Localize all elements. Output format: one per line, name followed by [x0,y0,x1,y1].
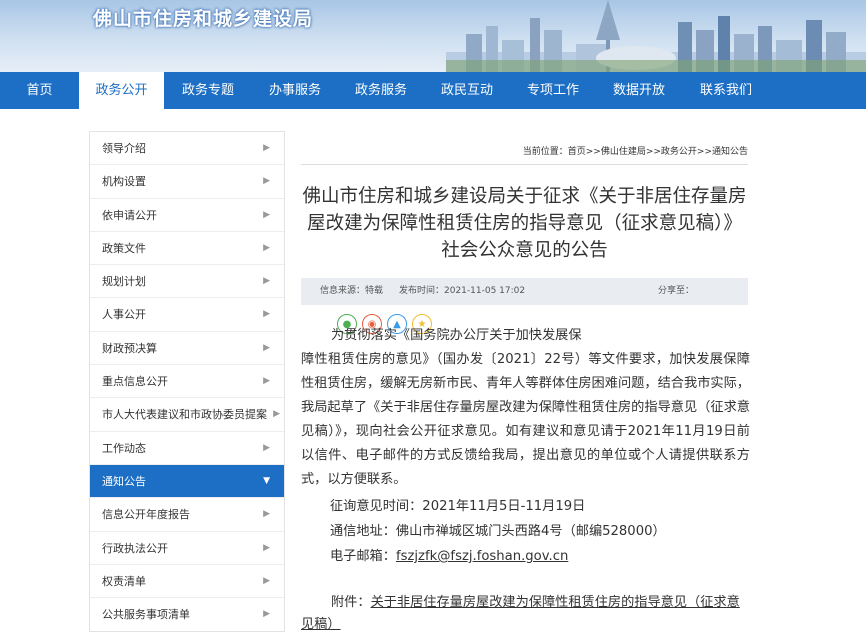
main-nav: 首页 政务公开 政务专题 办事服务 政务服务 政民互动 专项工作 数据开放 联系… [0,72,866,109]
sidebar-item-work-news[interactable]: 工作动态 ▶ [90,432,284,465]
nav-item-interaction[interactable]: 政民互动 [424,72,510,109]
chevron-right-icon: ▶ [263,176,270,187]
chevron-right-icon: ▶ [263,376,270,387]
sidebar-item-power-list[interactable]: 权责清单 ▶ [90,565,284,599]
sidebar-item-label: 人事公开 [102,308,146,322]
article-meta-bar: 信息来源：特载 发布时间：2021-11-05 17:02 分享至： [301,278,748,305]
sidebar-item-label: 行政执法公开 [102,541,168,555]
chevron-down-icon: ▼ [263,475,270,486]
nav-item-special-work[interactable]: 专项工作 [510,72,596,109]
sidebar-item-label: 依申请公开 [102,208,157,222]
nav-item-open-data[interactable]: 数据开放 [596,72,682,109]
main-content: 当前位置：首页>>佛山住建局>>政务公开>>通知公告 佛山市住房和城乡建设局关于… [301,131,748,305]
sidebar-item-label: 市人大代表建议和市政协委员提案 [102,408,267,422]
site-banner: 佛山市住房和城乡建设局 [0,0,866,72]
sidebar-item-label: 领导介绍 [102,142,146,155]
site-title: 佛山市住房和城乡建设局 [93,8,314,30]
article-publish-time: 发布时间：2021-11-05 17:02 [399,286,526,296]
attachment-label: 附件： [331,595,371,610]
chevron-right-icon: ▶ [263,309,270,320]
nav-item-special-topics[interactable]: 政务专题 [164,72,252,109]
sidebar-item-leaders[interactable]: 领导介绍 ▶ [90,132,284,166]
article-paragraph: 为贯彻落实《国务院办公厅关于加快发展保 障性租赁住房的意见》（国办发〔2021〕… [301,324,750,492]
sidebar-item-key-information[interactable]: 重点信息公开 ▶ [90,365,284,399]
article-paragraph-body: 障性租赁住房的意见》（国办发〔2021〕22号）等文件要求，加快发展保障性租赁住… [301,352,750,487]
chevron-right-icon: ▶ [263,542,270,553]
email-link[interactable]: fszjzfk@fszj.foshan.gov.cn [396,549,568,564]
sidebar-item-budget[interactable]: 财政预决算 ▶ [90,332,284,366]
mailing-address: 通信地址：佛山市禅城区城门头西路4号（邮编528000） [330,524,666,539]
chevron-right-icon: ▶ [263,442,270,453]
consultation-period: 征询意见时间：2021年11月5日-11月19日 [330,499,586,514]
sidebar-item-label: 权责清单 [102,574,146,588]
nav-item-contact-us[interactable]: 联系我们 [682,72,770,109]
chevron-right-icon: ▶ [263,509,270,520]
chevron-right-icon: ▶ [263,209,270,220]
breadcrumb: 当前位置：首页>>佛山住建局>>政务公开>>通知公告 [301,131,748,165]
chevron-right-icon: ▶ [273,409,280,420]
city-skyline-image [446,0,866,72]
article-source: 信息来源：特载 [320,286,384,296]
sidebar-item-label: 机构设置 [102,175,146,189]
sidebar-item-plans[interactable]: 规划计划 ▶ [90,265,284,299]
chevron-right-icon: ▶ [263,143,270,153]
nav-item-government-affairs-disclosure[interactable]: 政务公开 [79,72,164,109]
email-label: 电子邮箱： [330,549,396,564]
sidebar-menu: 领导介绍 ▶ 机构设置 ▶ 依申请公开 ▶ 政策文件 ▶ 规划计划 ▶ 人事公开 ▶ 财政预… [89,131,285,633]
chevron-right-icon: ▶ [263,242,270,253]
sidebar-item-proposals[interactable]: 市人大代表建议和市政协委员提案 ▶ [90,398,284,432]
sidebar-item-label: 财政预决算 [102,341,157,355]
article-paragraph-first-line: 为贯彻落实《国务院办公厅关于加快发展保 [331,328,582,343]
sidebar-item-notices[interactable]: 通知公告 ▼ [90,464,284,499]
chevron-right-icon: ▶ [263,276,270,287]
nav-item-services[interactable]: 办事服务 [252,72,338,109]
sidebar-item-law-enforcement[interactable]: 行政执法公开 ▶ [90,532,284,565]
sidebar-item-organization[interactable]: 机构设置 ▶ [90,165,284,199]
sidebar-item-personnel[interactable]: 人事公开 ▶ [90,298,284,332]
chevron-right-icon: ▶ [263,609,270,620]
sidebar-item-label: 信息公开年度报告 [102,508,190,522]
sidebar-item-policy-documents[interactable]: 政策文件 ▶ [90,232,284,266]
sidebar-item-annual-report[interactable]: 信息公开年度报告 ▶ [90,498,284,532]
sidebar-item-label: 公共服务事项清单 [102,608,190,622]
share-label: 分享至： [658,286,695,296]
sidebar-item-label: 规划计划 [102,275,146,289]
sidebar-item-label: 通知公告 [102,474,146,488]
attachment: 附件：关于非居住存量房屋改建为保障性租赁住房的指导意见（征求意见稿） [301,592,750,636]
article-title: 佛山市住房和城乡建设局关于征求《关于非居住存量房屋改建为保障性租赁住房的指导意见… [302,186,747,261]
sidebar-item-label: 政策文件 [102,241,146,255]
chevron-right-icon: ▶ [263,575,270,586]
sidebar-item-public-services[interactable]: 公共服务事项清单 ▶ [90,598,284,631]
nav-item-home[interactable]: 首页 [0,72,79,109]
nav-item-government-services[interactable]: 政务服务 [338,72,424,109]
email-line: 电子邮箱：fszjzfk@fszj.foshan.gov.cn [330,545,568,564]
sidebar-item-disclosure-on-request[interactable]: 依申请公开 ▶ [90,199,284,232]
chevron-right-icon: ▶ [263,342,270,353]
sidebar-item-label: 重点信息公开 [102,375,168,389]
sidebar-item-label: 工作动态 [102,441,146,455]
